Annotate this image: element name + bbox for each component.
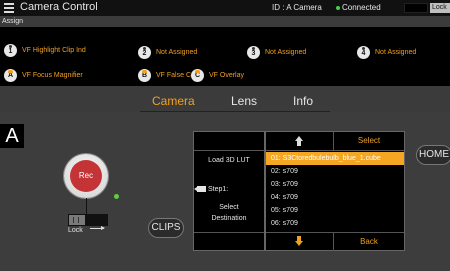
lut-title: Load 3D LUT <box>208 157 250 164</box>
list-item[interactable]: 01: S3Ctoredbulebulb_blue_1.cube <box>266 152 404 165</box>
assign-a-icon: A <box>4 68 17 82</box>
assign-key-4[interactable]: 4 Not Assigned <box>357 42 416 62</box>
connected-status-icon <box>336 6 340 10</box>
lut-list-panel: Select 01: S3Ctoredbulebulb_blue_1.cube … <box>265 131 405 251</box>
assign-key-label: VF Overlay <box>209 71 245 79</box>
arrow-up-icon[interactable] <box>293 136 305 148</box>
home-button[interactable]: HOME <box>416 145 450 165</box>
lut-instruction-line1: Select <box>219 204 239 211</box>
camera-letter: A <box>0 124 24 148</box>
assign-c-icon: C <box>191 68 204 82</box>
assign-key-label: VF Highlight Clip Ind <box>22 46 86 54</box>
lut-step: Step1: <box>208 186 229 193</box>
assign-key-label: Not Assigned <box>375 48 417 56</box>
assign-label: Assign <box>2 18 24 25</box>
rec-lock-label: Lock <box>68 227 83 234</box>
tab-bar: Camera Lens Info <box>0 92 450 112</box>
camera-icon <box>194 186 206 192</box>
tab-lens[interactable]: Lens <box>231 94 257 108</box>
assign-b-icon: B <box>138 68 151 82</box>
assign-key-a[interactable]: A VF Focus Magnifier <box>4 65 83 85</box>
select-button[interactable]: Select <box>334 132 404 150</box>
assign-4-icon: 4 <box>357 45 370 59</box>
menu-icon[interactable] <box>4 3 14 13</box>
divider <box>266 150 404 151</box>
list-item[interactable]: 05: s709 <box>266 204 404 217</box>
assign-1-icon: 1 <box>4 43 17 57</box>
tab-info[interactable]: Info <box>293 94 313 108</box>
tally-indicator-icon <box>114 194 119 199</box>
assign-key-label: Not Assigned <box>156 48 198 56</box>
connection-status: Connected <box>342 3 381 12</box>
lut-file-list: 01: S3Ctoredbulebulb_blue_1.cube 02: s70… <box>266 152 404 230</box>
lut-instruction-line2: Destination <box>211 215 247 222</box>
assign-key-1[interactable]: 1 VF Highlight Clip Ind <box>4 40 86 60</box>
lock-label: Lock <box>430 3 450 13</box>
assign-key-label: Not Assigned <box>265 48 307 56</box>
rec-lock-switch[interactable] <box>68 214 108 226</box>
assign-3-icon: 3 <box>247 45 260 59</box>
rec-button[interactable]: Rec <box>70 160 102 192</box>
tab-camera[interactable]: Camera <box>152 94 195 108</box>
divider <box>194 232 264 233</box>
arrow-right-icon <box>90 226 105 230</box>
divider <box>194 150 264 151</box>
lock-toggle[interactable] <box>404 3 428 13</box>
divider <box>86 198 87 214</box>
list-item[interactable]: 02: s709 <box>266 165 404 178</box>
list-item[interactable]: 03: s709 <box>266 178 404 191</box>
assign-key-c[interactable]: C VF Overlay <box>191 65 244 85</box>
assign-key-2[interactable]: 2 Not Assigned <box>138 42 197 62</box>
lut-info-panel: Load 3D LUT Step1: Select Destination <box>193 131 265 251</box>
back-button[interactable]: Back <box>334 233 404 251</box>
app-title: Camera Control <box>20 1 98 13</box>
title-bar: Camera Control ID : A Camera Connected L… <box>0 0 450 16</box>
clips-button[interactable]: CLIPS <box>148 218 184 238</box>
assign-key-3[interactable]: 3 Not Assigned <box>247 42 306 62</box>
list-item[interactable]: 04: s709 <box>266 191 404 204</box>
assign-key-label: VF Focus Magnifier <box>22 71 83 79</box>
assign-2-icon: 2 <box>138 45 151 59</box>
switch-knob[interactable] <box>69 215 85 225</box>
camera-control-app: Camera Control ID : A Camera Connected L… <box>0 0 450 271</box>
arrow-down-icon[interactable] <box>293 236 305 248</box>
camera-id: ID : A Camera <box>272 3 322 12</box>
list-item[interactable]: 06: s709 <box>266 217 404 230</box>
